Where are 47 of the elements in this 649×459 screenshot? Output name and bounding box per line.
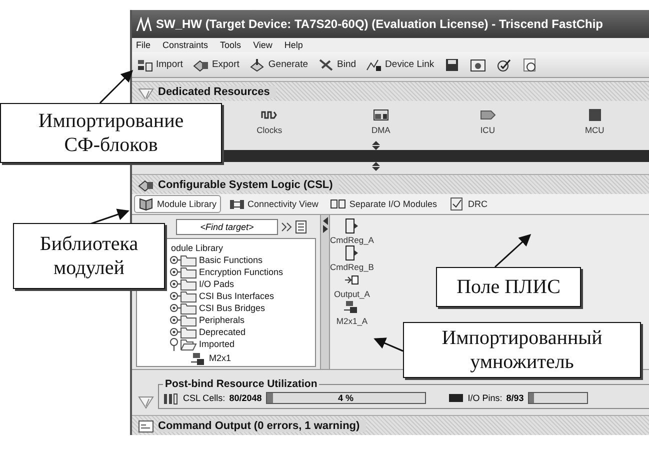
resource-label: MCU (584, 124, 604, 134)
callout-label: Поле ПЛИС (436, 267, 581, 307)
module-label: M2x1_A (336, 316, 368, 326)
tree-item[interactable]: CSI Bus Bridges (199, 303, 266, 313)
tree-item[interactable]: Imported (199, 339, 235, 349)
percent-text: 4 % (338, 393, 354, 403)
tree-item[interactable]: Basic Functions (199, 255, 263, 265)
menu-item[interactable]: Constraints (162, 40, 208, 50)
tab[interactable]: Module Library (134, 195, 221, 213)
stat-value: 80/2048 (229, 393, 262, 403)
tree-item[interactable]: Deprecated (199, 327, 246, 337)
find-field[interactable]: <Find target> (176, 219, 278, 235)
panel-title: Command Output (0 errors, 1 warning) (158, 420, 366, 432)
toolbar-button[interactable]: Export (190, 54, 242, 76)
stat-label: I/O Pins: (468, 393, 502, 403)
tree-item[interactable]: Peripherals (199, 315, 245, 325)
tab[interactable]: DRC (444, 195, 492, 213)
toolbar-button[interactable]: Bind (316, 54, 358, 76)
resource-label: Clocks (256, 124, 282, 134)
panel-title: Configurable System Logic (CSL) (158, 178, 339, 190)
tree-item[interactable]: Encryption Functions (199, 267, 284, 277)
tree-item[interactable]: odule Library (171, 243, 224, 253)
callout-label: Импортированный умножитель (403, 322, 641, 378)
frame-title: Post-bind Resource Utilization (164, 378, 318, 390)
tree-item[interactable]: I/O Pads (199, 279, 234, 289)
tab[interactable]: Connectivity View (224, 195, 322, 213)
stat-value: 8/93 (506, 393, 524, 403)
menu-item[interactable]: File (136, 40, 151, 50)
menu-item[interactable]: Help (284, 40, 303, 50)
tree-item[interactable]: M2x1 (209, 353, 232, 363)
toolbar-button[interactable]: Device Link (364, 54, 436, 76)
resource-label: DMA (371, 124, 390, 134)
callout-label: Библиотека модулей (13, 223, 165, 289)
window-title: SW_HW (Target Device: TA7S20-60Q) (Evaluation License) - Triscend FastChip (156, 17, 603, 31)
toolbar-button[interactable]: Generate (247, 54, 310, 76)
menu-item[interactable]: Tools (220, 40, 242, 50)
panel-title: Dedicated Resources (158, 86, 276, 98)
menu-item[interactable]: View (253, 40, 272, 50)
tab[interactable]: Separate I/O Modules (326, 195, 441, 213)
callout-label: Импортирование СФ-блоков (0, 103, 222, 163)
resource-label: ICU (480, 124, 495, 134)
module-label: Output_A (334, 289, 370, 299)
tree-item[interactable]: CSI Bus Interfaces (199, 291, 274, 301)
module-label: CmdReg_A (330, 235, 374, 245)
stat-label: CSL Cells: (183, 393, 226, 403)
toolbar-button[interactable]: Import (135, 54, 185, 76)
module-label: CmdReg_B (330, 262, 374, 272)
